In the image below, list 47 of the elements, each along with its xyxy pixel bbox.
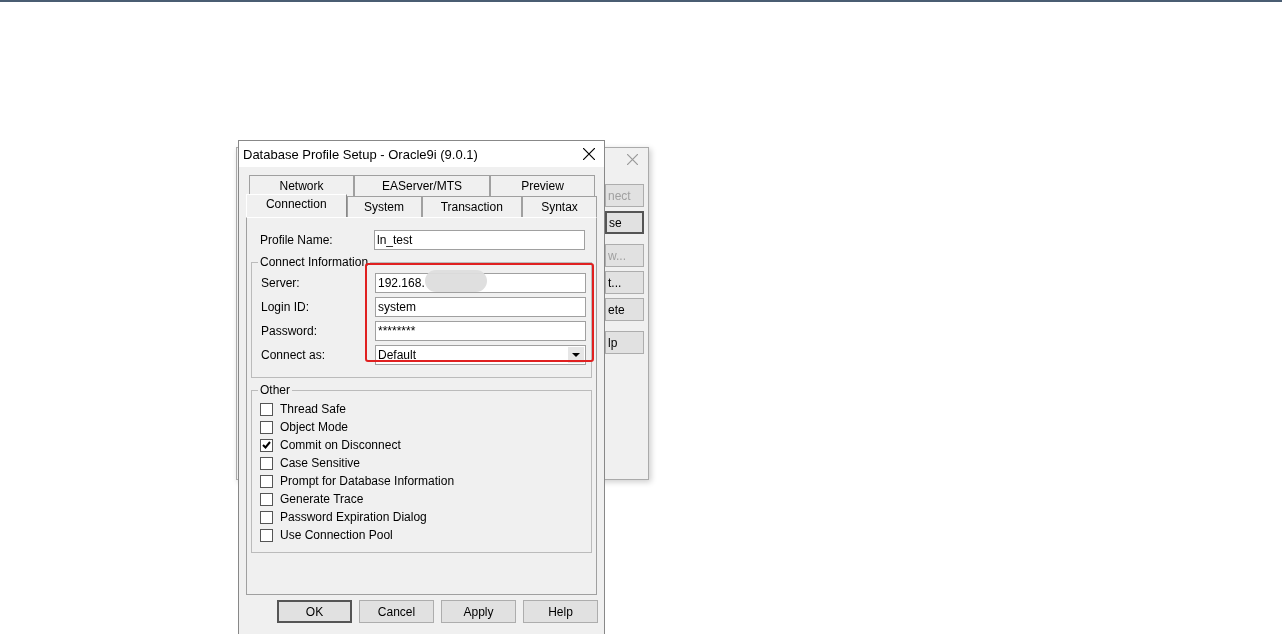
checkbox-label: Use Connection Pool xyxy=(280,528,393,542)
dialog-button[interactable]: se xyxy=(605,211,644,234)
dialog-button[interactable]: t... xyxy=(605,271,644,294)
checkbox-label: Commit on Disconnect xyxy=(280,438,401,452)
checkbox[interactable] xyxy=(260,528,273,542)
dialog-button[interactable]: Cancel xyxy=(359,600,434,623)
tab[interactable]: Connection xyxy=(246,194,347,217)
checkbox-label: Object Mode xyxy=(280,420,349,434)
input-field[interactable]: system xyxy=(375,297,586,317)
checkbox-label: Case Sensitive xyxy=(280,456,361,470)
field-label: Login ID: xyxy=(261,300,311,314)
checkbox[interactable] xyxy=(260,438,273,452)
field-label: Profile Name: xyxy=(260,233,334,247)
dialog-button[interactable]: Apply xyxy=(441,600,516,623)
dialog-button[interactable]: OK xyxy=(277,600,352,623)
dialog-button[interactable]: Help xyxy=(523,600,598,623)
checkbox[interactable] xyxy=(260,456,273,470)
tab[interactable]: System xyxy=(346,196,422,217)
dialog-button[interactable]: ete xyxy=(605,298,644,321)
input-field[interactable]: ln_test xyxy=(374,230,585,250)
field-label: Password: xyxy=(261,324,319,338)
checkbox[interactable] xyxy=(260,474,273,488)
input-field[interactable]: ******** xyxy=(375,321,586,341)
checkbox[interactable] xyxy=(260,420,273,434)
checkbox-label: Thread Safe xyxy=(280,402,347,416)
field-label: Server: xyxy=(261,276,301,290)
tab[interactable]: EAServer/MTS xyxy=(354,175,490,196)
group-title: Connect Information xyxy=(258,255,371,269)
group-title: Other xyxy=(258,383,292,397)
checkbox[interactable] xyxy=(260,492,273,506)
checkbox-label: Password Expiration Dialog xyxy=(280,510,427,524)
checkbox-label: Generate Trace xyxy=(280,492,364,506)
checkbox-label: Prompt for Database Information xyxy=(280,474,455,488)
close-icon xyxy=(627,154,638,165)
dropdown[interactable]: Default xyxy=(375,345,586,365)
checkbox[interactable] xyxy=(260,510,273,524)
tab[interactable]: Syntax xyxy=(522,196,597,217)
tab[interactable]: Preview xyxy=(489,175,595,196)
blur-redaction xyxy=(424,270,487,292)
close-icon[interactable] xyxy=(583,148,595,160)
window-title: Database Profile Setup - Oracle9i (9.0.1) xyxy=(243,146,478,162)
tab[interactable]: Transaction xyxy=(421,196,522,217)
dialog-button[interactable]: lp xyxy=(605,331,644,354)
checkbox[interactable] xyxy=(260,402,273,416)
input-field[interactable]: 192.168. xyxy=(375,273,586,293)
tab[interactable]: Network xyxy=(249,175,355,196)
field-label: Connect as: xyxy=(261,348,327,362)
